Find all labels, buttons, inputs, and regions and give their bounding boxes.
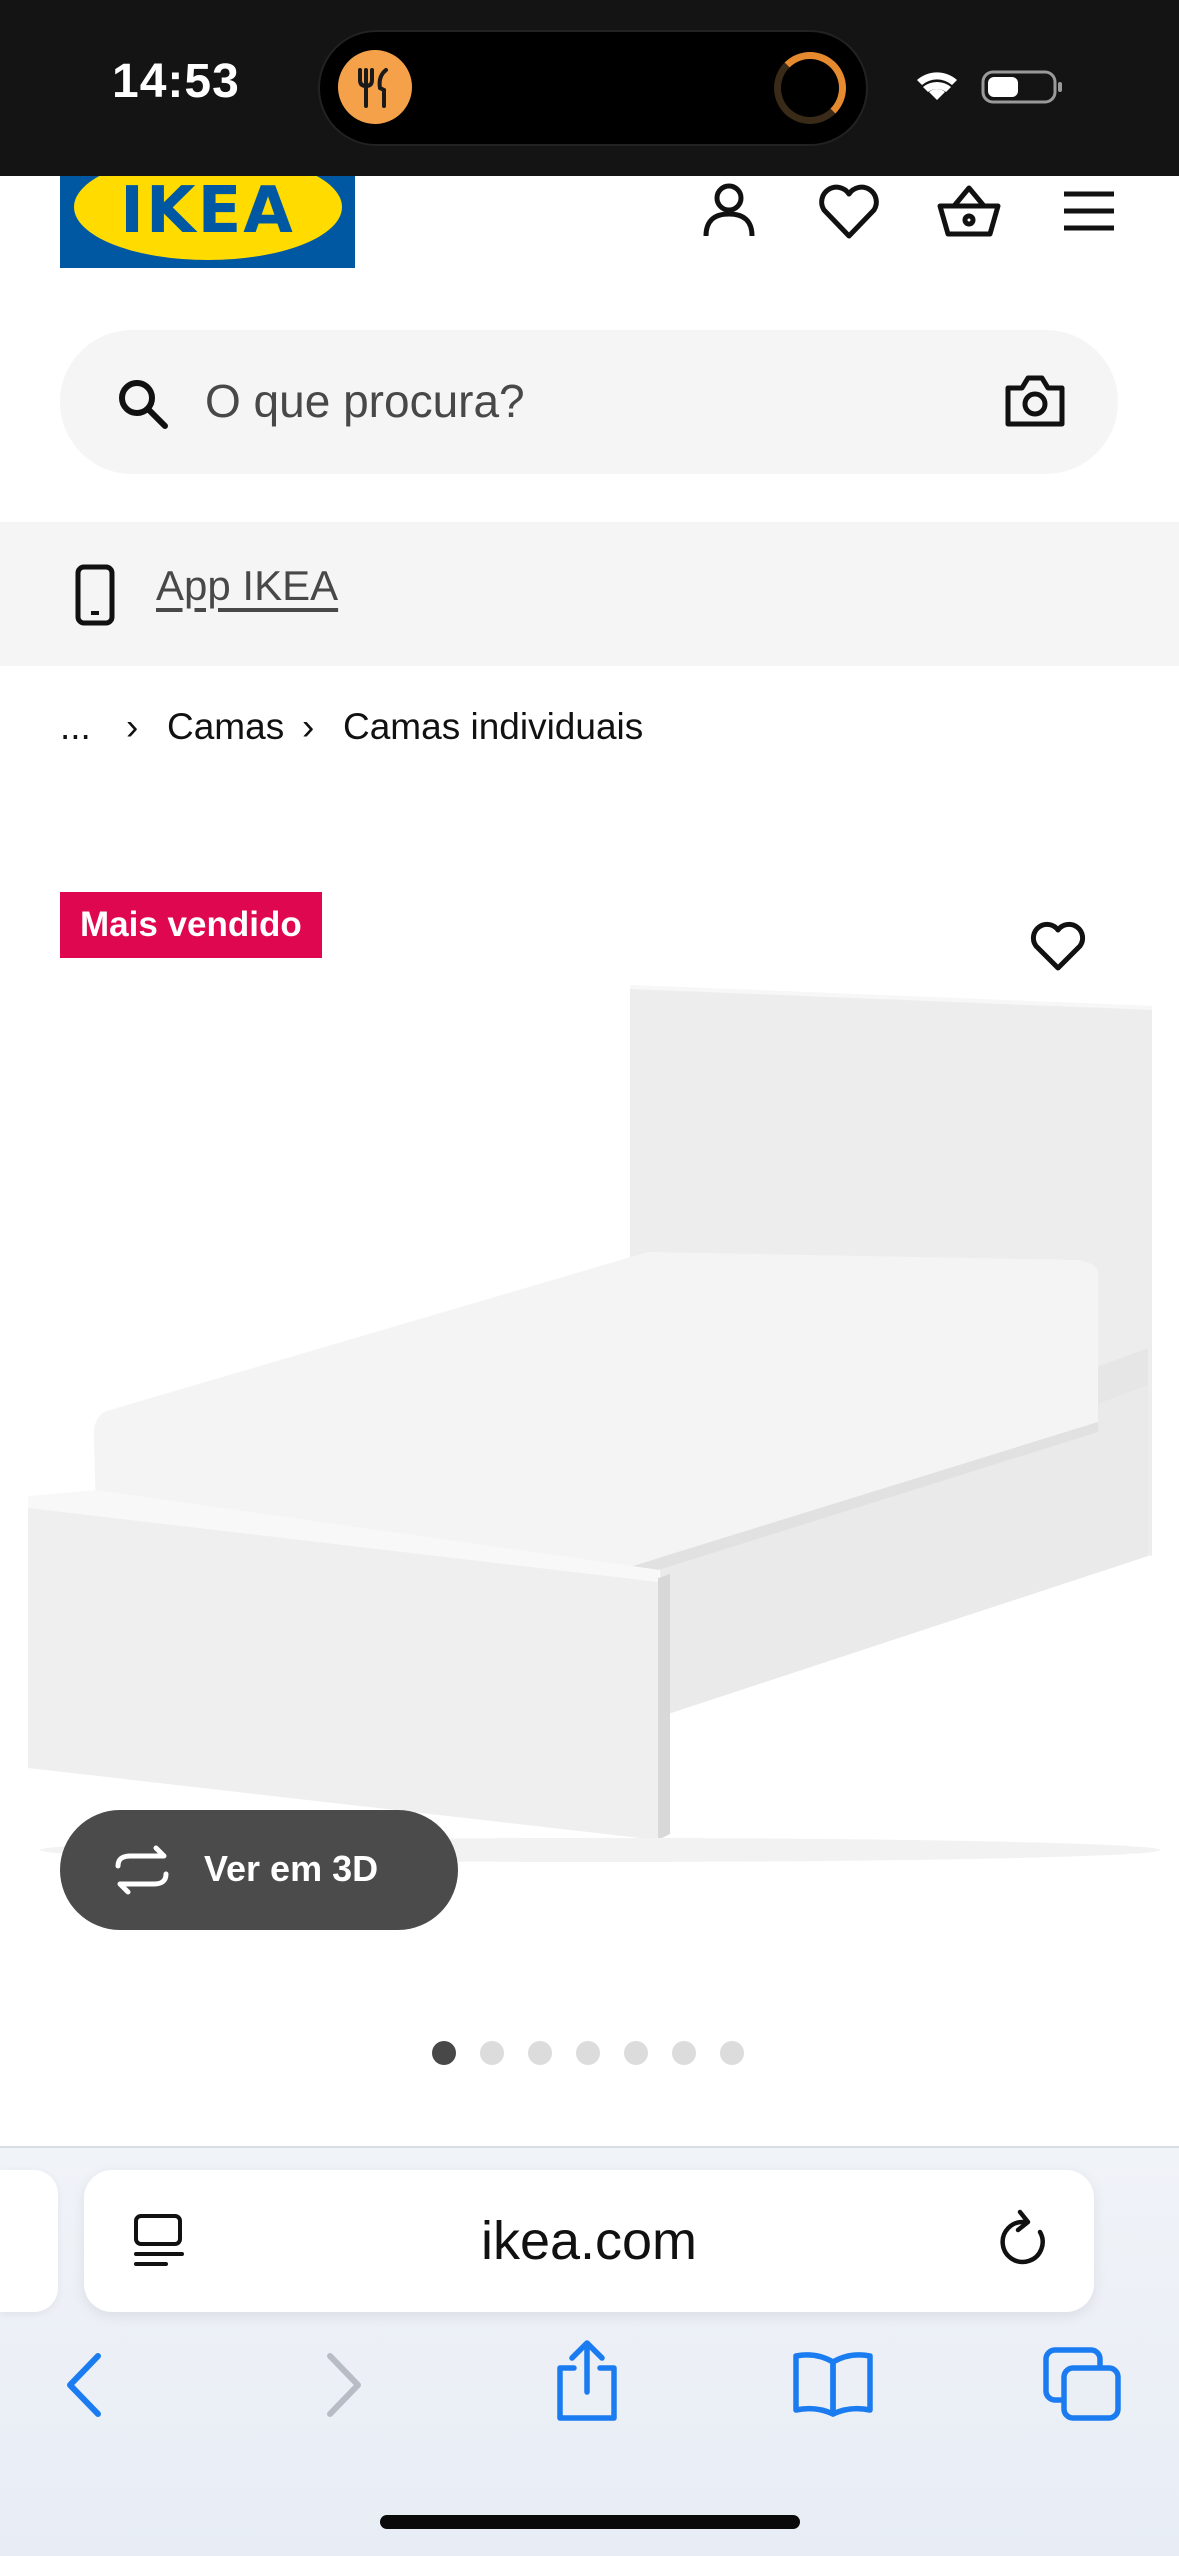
home-indicator[interactable] bbox=[380, 2515, 800, 2529]
logo-text: IKEA bbox=[120, 176, 295, 248]
forward-icon bbox=[318, 2350, 368, 2425]
breadcrumb-camas[interactable]: Camas bbox=[167, 706, 284, 748]
reload-icon[interactable] bbox=[994, 2206, 1054, 2275]
food-activity-icon bbox=[338, 50, 412, 124]
product-image[interactable] bbox=[0, 970, 1179, 1870]
carousel-dot[interactable] bbox=[432, 2041, 456, 2065]
carousel-dot[interactable] bbox=[528, 2041, 552, 2065]
app-ikea-link[interactable]: App IKEA bbox=[156, 562, 338, 610]
menu-icon[interactable] bbox=[1054, 176, 1124, 246]
breadcrumb-ellipsis[interactable]: ... bbox=[60, 706, 91, 748]
rotate-3d-icon bbox=[110, 1844, 174, 1901]
chevron-right-icon: › bbox=[126, 706, 139, 747]
share-icon[interactable] bbox=[552, 2338, 622, 2429]
progress-ring-icon bbox=[774, 52, 846, 124]
carousel-dot[interactable] bbox=[624, 2041, 648, 2065]
status-time: 14:53 bbox=[112, 55, 240, 108]
battery-icon bbox=[981, 70, 1062, 104]
account-icon[interactable] bbox=[694, 176, 764, 246]
chevron-right-icon: › bbox=[302, 706, 315, 747]
url-text[interactable]: ikea.com bbox=[84, 2210, 1094, 2272]
basket-icon[interactable] bbox=[934, 176, 1004, 246]
save-to-list-heart-icon[interactable] bbox=[1028, 918, 1088, 979]
wifi-icon bbox=[917, 72, 957, 100]
back-icon[interactable] bbox=[60, 2350, 110, 2425]
bookmarks-icon[interactable] bbox=[790, 2348, 876, 2423]
tabs-icon[interactable] bbox=[1042, 2346, 1122, 2427]
heart-icon[interactable] bbox=[814, 176, 884, 246]
carousel-dot[interactable] bbox=[576, 2041, 600, 2065]
carousel-dot[interactable] bbox=[672, 2041, 696, 2065]
breadcrumb-camas-individuais[interactable]: Camas individuais bbox=[343, 706, 643, 748]
bestseller-badge: Mais vendido bbox=[60, 892, 322, 958]
search-input[interactable]: O que procura? bbox=[205, 374, 525, 428]
carousel-dot[interactable] bbox=[720, 2041, 744, 2065]
previous-tab-preview[interactable] bbox=[0, 2170, 58, 2312]
camera-icon[interactable] bbox=[1004, 372, 1066, 435]
search-icon bbox=[113, 374, 173, 439]
carousel-dot[interactable] bbox=[480, 2041, 504, 2065]
view-3d-label: Ver em 3D bbox=[204, 1848, 379, 1889]
phone-icon bbox=[74, 564, 116, 631]
status-icons bbox=[909, 60, 1069, 115]
ikea-logo[interactable]: IKEA bbox=[60, 176, 355, 268]
